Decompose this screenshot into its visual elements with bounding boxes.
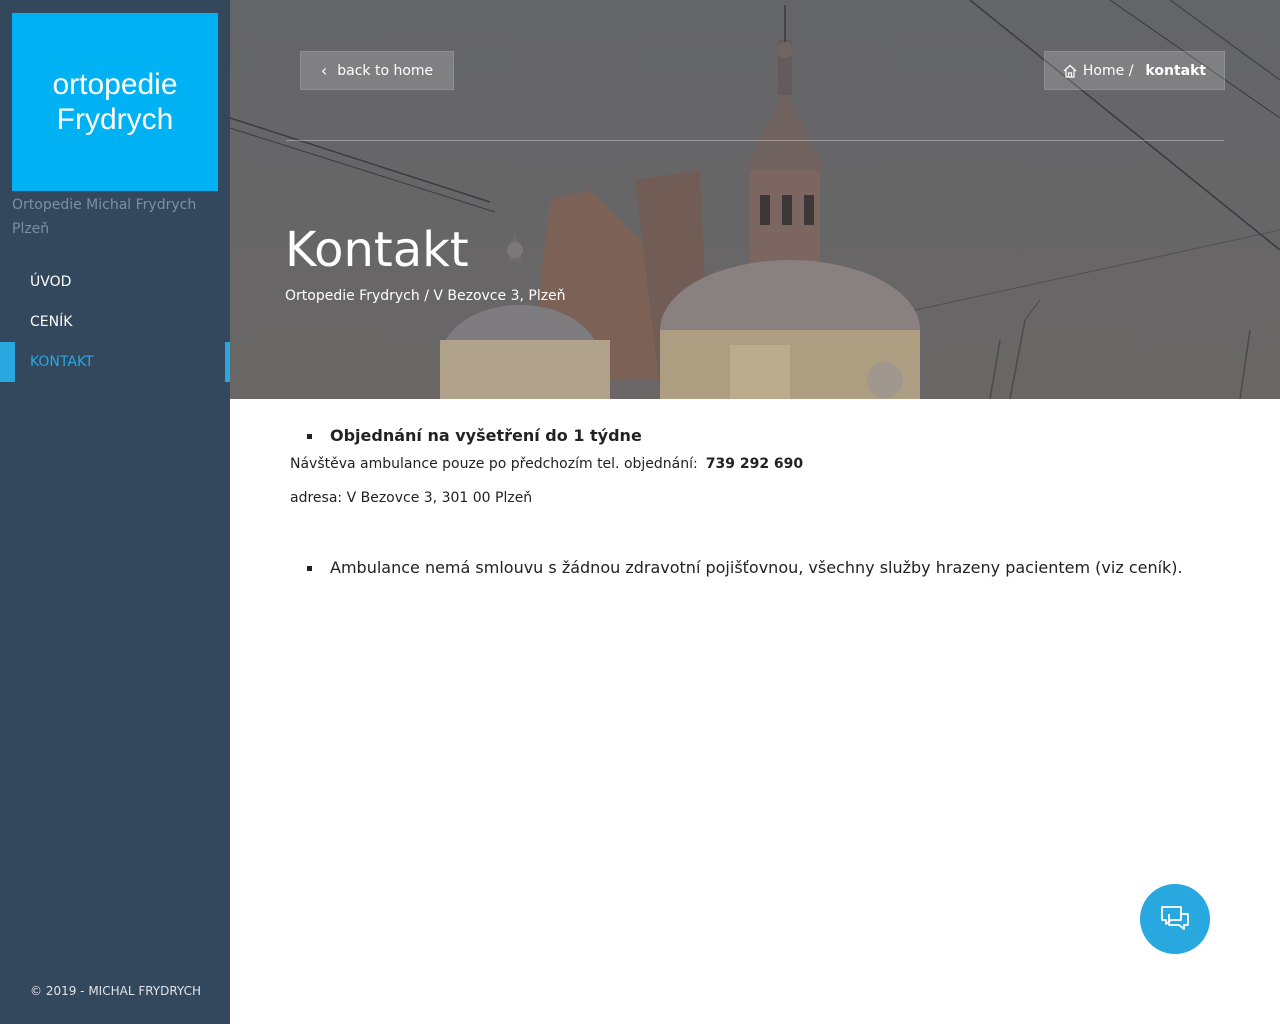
breadcrumb: Home / kontakt	[1044, 51, 1225, 90]
visit-info: Návštěva ambulance pouze po předchozím t…	[290, 454, 1230, 474]
site-tagline: Ortopedie Michal Frydrych Plzeň	[12, 197, 197, 237]
chat-icon	[1161, 906, 1189, 930]
main-nav: ÚVOD CENÍK KONTAKT	[0, 262, 230, 382]
page-title: Kontakt	[285, 222, 469, 278]
nav-item-cenik[interactable]: CENÍK	[0, 302, 230, 342]
hero-header: ‹ back to home Home / kontakt Kontakt Or…	[230, 0, 1280, 399]
breadcrumb-current: kontakt	[1145, 62, 1207, 79]
site-logo[interactable]: ortopedie Frydrych	[12, 13, 218, 191]
nav-item-label: ÚVOD	[30, 274, 72, 290]
back-to-home-button[interactable]: ‹ back to home	[300, 51, 454, 90]
insurance-note: Ambulance nemá smlouvu s žádnou zdravotn…	[290, 556, 1230, 580]
phone-number[interactable]: 739 292 690	[706, 456, 803, 472]
home-icon	[1063, 64, 1077, 78]
visit-info-text: Návštěva ambulance pouze po předchozím t…	[290, 456, 698, 472]
main-content: Objednání na vyšetření do 1 týdne Návště…	[290, 424, 1230, 580]
address: adresa: V Bezovce 3, 301 00 Plzeň	[290, 490, 533, 506]
logo-line-2: Frydrych	[56, 103, 174, 136]
copyright: © 2019 - MICHAL FRYDRYCH	[30, 984, 202, 998]
breadcrumb-home-link[interactable]: Home /	[1083, 63, 1134, 79]
nav-item-kontakt[interactable]: KONTAKT	[0, 342, 230, 382]
nav-item-label: CENÍK	[30, 314, 73, 330]
nav-item-label: KONTAKT	[30, 354, 94, 370]
sidebar: ortopedie Frydrych Ortopedie Michal Fryd…	[0, 0, 230, 1024]
chat-button[interactable]	[1140, 884, 1210, 954]
logo-line-1: ortopedie	[52, 68, 178, 101]
page-subtitle: Ortopedie Frydrych / V Bezovce 3, Plzeň	[285, 288, 566, 304]
back-button-label: back to home	[337, 62, 434, 79]
chevron-left-icon: ‹	[320, 60, 328, 80]
booking-heading: Objednání na vyšetření do 1 týdne	[290, 424, 1230, 448]
nav-item-uvod[interactable]: ÚVOD	[0, 262, 230, 302]
hero-divider	[286, 140, 1224, 141]
